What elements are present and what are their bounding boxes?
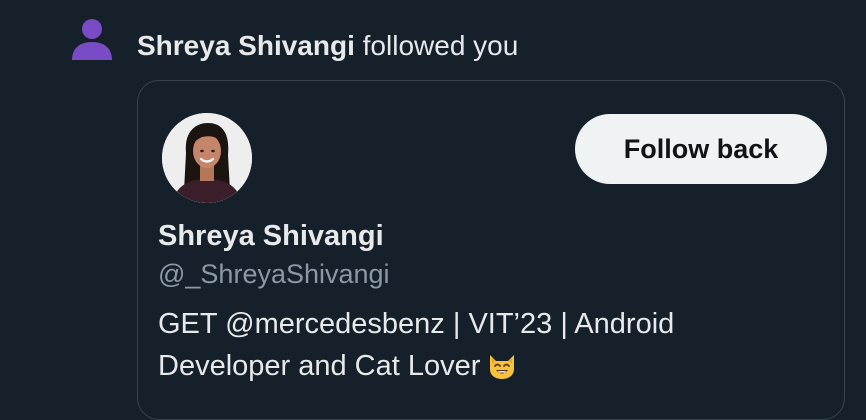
notification-headline: Shreya Shivangi followed you: [137, 28, 518, 64]
notification-action-text: followed you: [362, 30, 519, 61]
person-icon: [72, 19, 112, 60]
actor-name-link[interactable]: Shreya Shivangi: [137, 30, 355, 61]
profile-photo: [162, 113, 252, 203]
follow-back-button[interactable]: Follow back: [575, 114, 827, 184]
follow-notification[interactable]: Shreya Shivangi followed you Follow back…: [0, 0, 866, 420]
bio-line-1: GET @mercedesbenz | VIT’23 | Android: [158, 308, 675, 340]
avatar[interactable]: [162, 113, 252, 203]
cat-smile-emoji-icon: [490, 355, 515, 379]
profile-card[interactable]: Follow back Shreya Shivangi @_ShreyaShiv…: [137, 80, 845, 420]
bio-line-2: Developer and Cat Lover: [158, 350, 481, 382]
profile-display-name[interactable]: Shreya Shivangi: [158, 218, 384, 254]
profile-handle[interactable]: @_ShreyaShivangi: [158, 257, 390, 291]
profile-bio: GET @mercedesbenz | VIT’23 | Android Dev…: [158, 303, 778, 387]
